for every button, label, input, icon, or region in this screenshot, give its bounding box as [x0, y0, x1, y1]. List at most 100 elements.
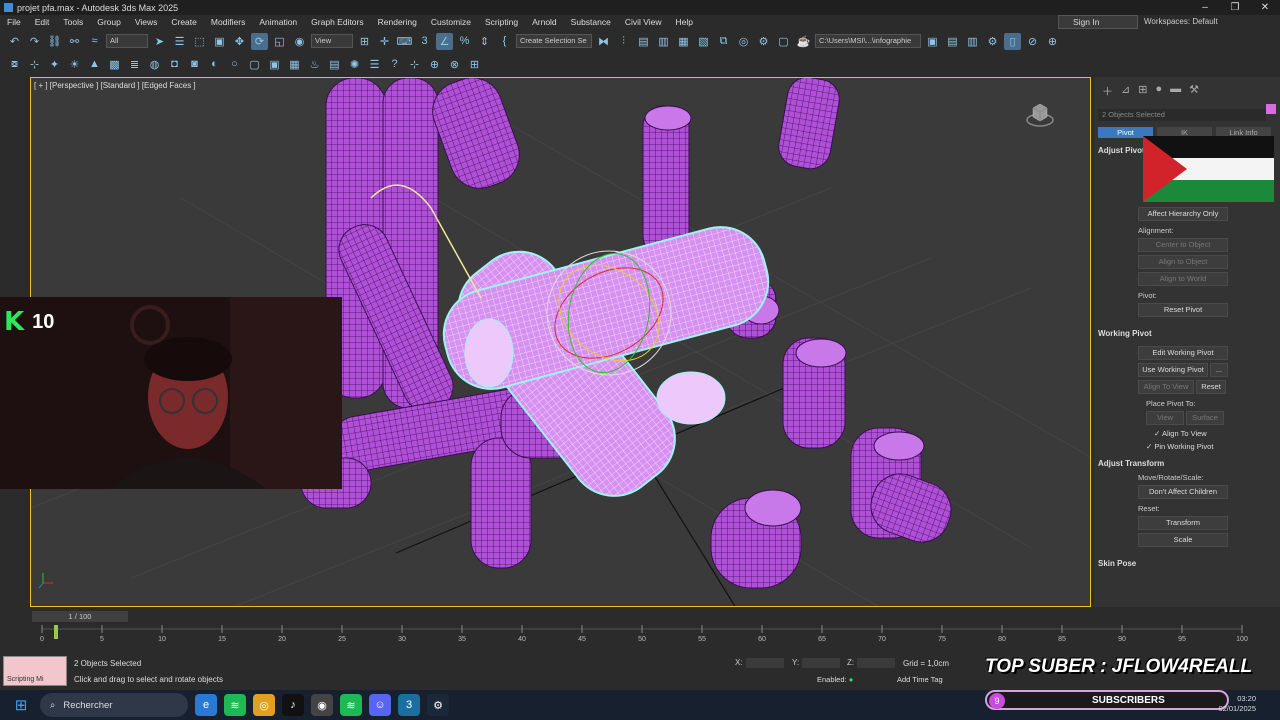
toggle-ribbon-icon[interactable]: ▦ [675, 33, 692, 50]
project-path-dropdown[interactable]: C:\Users\MSI\...\infographie [815, 34, 921, 48]
skin-pose-rollout[interactable]: Skin Pose [1098, 559, 1276, 568]
undo-icon[interactable]: ↶ [6, 33, 23, 50]
notes-icon[interactable]: ☰ [366, 56, 383, 73]
adjust-transform-rollout[interactable]: Adjust Transform [1098, 459, 1276, 468]
selection-filter-dropdown[interactable]: All [106, 34, 148, 48]
menu-scripting[interactable]: Scripting [478, 17, 525, 27]
light-icon[interactable]: ✦ [46, 56, 63, 73]
menu-rendering[interactable]: Rendering [371, 17, 424, 27]
tiktok-icon[interactable]: ♪ [282, 694, 304, 716]
bind-spacewarp-icon[interactable]: ≈ [86, 33, 103, 50]
reference-coord-dropdown[interactable]: View [311, 34, 353, 48]
align-to-view-button[interactable]: Align To View [1138, 380, 1194, 394]
windows-start-icon[interactable]: ⊞ [10, 694, 32, 716]
help-icon[interactable]: ? [386, 56, 403, 73]
select-object-icon[interactable]: ➤ [151, 33, 168, 50]
sun-icon[interactable]: ☀ [66, 56, 83, 73]
arnold-light-icon[interactable]: ✺ [346, 56, 363, 73]
dont-affect-children-button[interactable]: Don't Affect Children [1138, 485, 1228, 499]
menu-views[interactable]: Views [128, 17, 165, 27]
object-color-swatch[interactable] [1266, 104, 1276, 114]
autodesk-icon[interactable]: ⊘ [1024, 33, 1041, 50]
window-crossing-icon[interactable]: ▣ [211, 33, 228, 50]
layer-explorer-icon[interactable]: ▥ [655, 33, 672, 50]
time-slider-thumb[interactable]: 1 / 100 [32, 611, 128, 622]
maxscript-listener[interactable]: Scripting Mi [3, 656, 67, 686]
y-field[interactable] [802, 658, 841, 668]
working-pivot-options-button[interactable]: ... [1210, 363, 1228, 377]
menu-civil-view[interactable]: Civil View [618, 17, 669, 27]
bulb-icon[interactable]: ○ [226, 56, 243, 73]
viewport-layout-icon[interactable]: ⊕ [1044, 33, 1061, 50]
current-frame-marker[interactable] [54, 625, 58, 639]
menu-edit[interactable]: Edit [28, 17, 57, 27]
helper-icon[interactable]: ⊹ [26, 56, 43, 73]
mirror-icon[interactable]: ⧓ [595, 33, 612, 50]
render-frame-icon[interactable]: ◘ [166, 56, 183, 73]
placement-icon[interactable]: ◉ [291, 33, 308, 50]
menu-modifiers[interactable]: Modifiers [204, 17, 252, 27]
display-tab-icon[interactable]: ▬ [1170, 83, 1181, 99]
snaps-toggle-icon[interactable]: 3 [416, 33, 433, 50]
workspaces-selector[interactable]: Workspaces: Default [1144, 15, 1218, 29]
paint-icon[interactable]: ♨ [306, 56, 323, 73]
snap-grid-icon[interactable]: ⊞ [466, 56, 483, 73]
toolbar-settings-icon[interactable]: ⚙ [984, 33, 1001, 50]
snap-edge-icon[interactable]: ⊕ [426, 56, 443, 73]
render-active-icon[interactable]: ◙ [186, 56, 203, 73]
rendered-frame-icon[interactable]: ▢ [775, 33, 792, 50]
place-surface-button[interactable]: Surface [1186, 411, 1224, 425]
viewcube-icon[interactable] [1026, 100, 1054, 128]
create-tab-icon[interactable]: ＋ [1102, 83, 1113, 99]
use-working-pivot-button[interactable]: Use Working Pivot [1138, 363, 1208, 377]
align-to-object-button[interactable]: Align to Object [1138, 255, 1228, 269]
steam-icon[interactable]: ⚙ [427, 694, 449, 716]
select-manipulate-icon[interactable]: ✛ [376, 33, 393, 50]
pivot-center-icon[interactable]: ⊞ [356, 33, 373, 50]
teapot-icon[interactable]: ◍ [146, 56, 163, 73]
material-editor-icon[interactable]: ◎ [735, 33, 752, 50]
z-field[interactable] [857, 658, 896, 668]
angle-snap-icon[interactable]: ∠ [436, 32, 453, 50]
named-selection-sets-dropdown[interactable]: Create Selection Se [516, 34, 592, 48]
move-icon[interactable]: ✥ [231, 33, 248, 50]
menu-substance[interactable]: Substance [564, 17, 618, 27]
reset-pivot-button[interactable]: Reset Pivot [1138, 303, 1228, 317]
layout-icon[interactable]: ▥ [964, 33, 981, 50]
maximize-button[interactable]: ❐ [1220, 0, 1250, 15]
keyboard-shortcut-icon[interactable]: ⌨ [396, 33, 413, 50]
add-time-tag[interactable]: Add Time Tag [897, 675, 943, 684]
box-icon[interactable]: ▢ [246, 56, 263, 73]
scale-icon[interactable]: ◱ [271, 33, 288, 50]
chrome-icon[interactable]: ◎ [253, 694, 275, 716]
scene-explorer-icon[interactable]: ▤ [635, 33, 652, 50]
spotify-icon[interactable]: ≋ [224, 694, 246, 716]
scale-button[interactable]: Scale [1138, 533, 1228, 547]
snap-vertex-icon[interactable]: ⊗ [446, 56, 463, 73]
sign-in-dropdown[interactable]: Sign In [1058, 15, 1138, 29]
render-setup-icon[interactable]: ⚙ [755, 33, 772, 50]
transform-button[interactable]: Transform [1138, 516, 1228, 530]
center-to-object-button[interactable]: Center to Object [1138, 238, 1228, 252]
close-button[interactable]: ✕ [1250, 0, 1280, 15]
align-icon[interactable]: ⫶ [615, 33, 632, 50]
render-icon[interactable]: ☕ [795, 33, 812, 50]
pin-working-pivot-checkbox[interactable]: ✓ Pin Working Pivot [1146, 442, 1280, 451]
3ds-max-icon[interactable]: 3 [398, 694, 420, 716]
camera-icon[interactable]: ▲ [86, 56, 103, 73]
obs-icon[interactable]: ◉ [311, 694, 333, 716]
rotate-icon[interactable]: ⟳ [251, 32, 268, 50]
motion-tab-icon[interactable]: ● [1155, 83, 1162, 99]
x-field[interactable] [745, 658, 784, 668]
menu-file[interactable]: File [0, 17, 28, 27]
adaptive-degradation-toggle[interactable]: Enabled: ● [817, 675, 853, 684]
menu-tools[interactable]: Tools [56, 17, 90, 27]
menu-create[interactable]: Create [164, 17, 204, 27]
menu-group[interactable]: Group [90, 17, 128, 27]
time-slider[interactable]: 1 / 100 [30, 611, 1091, 622]
percent-snap-icon[interactable]: % [456, 33, 473, 50]
unlink-icon[interactable]: ⚯ [66, 33, 83, 50]
edit-working-pivot-button[interactable]: Edit Working Pivot [1138, 346, 1228, 360]
curve-editor-icon[interactable]: ▧ [695, 33, 712, 50]
create-geometry-icon[interactable]: ⧇ [6, 56, 23, 73]
